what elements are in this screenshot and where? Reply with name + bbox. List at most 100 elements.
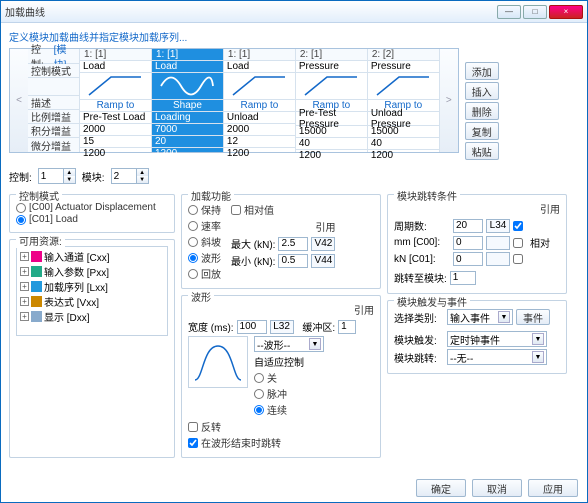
- max-input[interactable]: [278, 237, 308, 251]
- card-mode: Load: [152, 61, 223, 73]
- expand-icon[interactable]: +: [20, 312, 29, 321]
- control-spinner[interactable]: ▲▼: [38, 168, 76, 184]
- event-button[interactable]: 事件: [516, 309, 550, 325]
- card-v1: 15000: [368, 126, 439, 138]
- lbl-ref: 引用: [188, 302, 374, 317]
- expand-icon[interactable]: +: [20, 252, 29, 261]
- trigger-select[interactable]: 定时钟事件▼: [447, 331, 547, 347]
- radio-wave[interactable]: 波形: [188, 250, 221, 265]
- type-select[interactable]: 输入事件▼: [447, 309, 513, 325]
- tree-node[interactable]: +显示 [Dxx]: [19, 309, 165, 324]
- radio-pulse[interactable]: 脉冲: [254, 386, 324, 401]
- card-desc: Loading: [152, 112, 223, 124]
- chk-relative[interactable]: 相对值: [231, 202, 335, 217]
- node-icon: [31, 281, 42, 292]
- node-icon: [31, 311, 42, 322]
- tree-node[interactable]: +表达式 [Vxx]: [19, 294, 165, 309]
- module-card[interactable]: 2: [2] Pressure Ramp to Unload Pressure …: [368, 49, 440, 152]
- radio-c00[interactable]: [C00] Actuator Displacement: [16, 202, 168, 213]
- card-curve: [224, 73, 295, 100]
- buf-input[interactable]: [338, 320, 356, 334]
- radio-rate[interactable]: 速率: [188, 218, 221, 233]
- lbl-desc: 描述: [28, 96, 80, 110]
- group-title: 加载功能: [188, 188, 234, 203]
- card-v3: 1200: [224, 148, 295, 159]
- period-ref[interactable]: L34: [486, 219, 510, 233]
- card-v2: 15: [80, 136, 151, 148]
- module-value[interactable]: [111, 168, 137, 184]
- cancel-button[interactable]: 取消: [472, 479, 522, 497]
- tree-node[interactable]: +输入通道 [Cxx]: [19, 249, 165, 264]
- card-desc: Unload: [224, 112, 295, 124]
- card-desc: Pre-Test Pressure: [296, 112, 367, 126]
- wave-preview: [188, 336, 248, 388]
- expand-icon[interactable]: +: [20, 267, 29, 276]
- chk-jump-end[interactable]: 在波形结束时跳转: [188, 435, 374, 450]
- add-button[interactable]: 添加: [465, 62, 499, 80]
- tree-node[interactable]: +加载序列 [Lxx]: [19, 279, 165, 294]
- lbl-rel: 相对: [530, 235, 550, 250]
- radio-play[interactable]: 回放: [188, 266, 221, 281]
- chk-reverse[interactable]: 反转: [188, 419, 374, 434]
- lbl-auto: 自适应控制: [254, 354, 324, 369]
- chk-mm[interactable]: [513, 238, 523, 248]
- maximize-button[interactable]: □: [523, 5, 547, 19]
- group-load-func: 加载功能 保持 速率 斜坡 波形 回放 相对值 引用 最大 (kN):V42 最…: [181, 194, 381, 289]
- group-jump-cond: 模块跳转条件 引用 周期数:L34 mm [C00]:相对 kN [C01]: …: [387, 194, 567, 294]
- ok-button[interactable]: 确定: [416, 479, 466, 497]
- period-input[interactable]: [453, 219, 483, 233]
- module-card[interactable]: 1: [1] Load Ramp to Pre-Test Load 2000 1…: [80, 49, 152, 152]
- min-ref[interactable]: V44: [311, 254, 335, 268]
- resource-tree[interactable]: +输入通道 [Cxx]+输入参数 [Pxx]+加载序列 [Lxx]+表达式 [V…: [16, 246, 168, 336]
- module-card[interactable]: 2: [1] Pressure Ramp to Pre-Test Pressur…: [296, 49, 368, 152]
- close-button[interactable]: ×: [549, 5, 583, 19]
- group-control-mode: 控制模式 [C00] Actuator Displacement [C01] L…: [9, 194, 175, 233]
- scroll-left-button[interactable]: <: [10, 49, 28, 152]
- module-card[interactable]: 1: [1] Load Ramp to Unload 2000 12 1200: [224, 49, 296, 152]
- module-card[interactable]: 1: [1] Load Shape Loading 7000 20 1200: [152, 49, 224, 152]
- control-value[interactable]: [38, 168, 64, 184]
- jmpto-input[interactable]: [450, 271, 476, 285]
- card-v1: 7000: [152, 124, 223, 136]
- expand-icon[interactable]: +: [20, 297, 29, 306]
- mm-ref[interactable]: [486, 236, 510, 250]
- expand-icon[interactable]: +: [20, 282, 29, 291]
- card-name: Ramp to: [80, 100, 151, 112]
- radio-c01[interactable]: [C01] Load: [16, 214, 168, 225]
- insert-button[interactable]: 插入: [465, 82, 499, 100]
- radio-cont[interactable]: 连续: [254, 402, 324, 417]
- wave-select[interactable]: --波形--▼: [254, 336, 324, 352]
- kn-ref[interactable]: [486, 252, 510, 266]
- scroll-right-button[interactable]: >: [440, 49, 458, 152]
- card-mode: Load: [224, 61, 295, 73]
- card-v3: 1200: [152, 148, 223, 159]
- radio-off[interactable]: 关: [254, 370, 324, 385]
- group-waveform: 波形 引用 宽度 (ms):L32 缓冲区: --波形--▼ 自适应控制 关 脉…: [181, 295, 381, 458]
- copy-button[interactable]: 复制: [465, 122, 499, 140]
- paste-button[interactable]: 粘贴: [465, 142, 499, 160]
- card-v2: 40: [296, 138, 367, 150]
- tree-node[interactable]: +输入参数 [Pxx]: [19, 264, 165, 279]
- apply-button[interactable]: 应用: [528, 479, 578, 497]
- chk-kn[interactable]: [513, 254, 523, 264]
- min-input[interactable]: [278, 254, 308, 268]
- lbl-k1: 比例增益: [28, 110, 80, 124]
- jump-select[interactable]: --无--▼: [447, 349, 547, 365]
- mm-input[interactable]: [453, 236, 483, 250]
- width-ref[interactable]: L32: [270, 320, 294, 334]
- radio-ramp[interactable]: 斜坡: [188, 234, 221, 249]
- max-ref[interactable]: V42: [311, 237, 335, 251]
- module-spinner[interactable]: ▲▼: [111, 168, 149, 184]
- node-icon: [31, 266, 42, 277]
- group-trigger: 模块触发与事件 选择类别:输入事件▼事件 模块触发:定时钟事件▼ 模块跳转:--…: [387, 300, 567, 374]
- kn-input[interactable]: [453, 252, 483, 266]
- radio-hold[interactable]: 保持: [188, 202, 221, 217]
- lbl-seltype: 选择类别:: [394, 310, 444, 325]
- chk-period[interactable]: [513, 221, 523, 231]
- node-icon: [31, 251, 42, 262]
- minimize-button[interactable]: —: [497, 5, 521, 19]
- card-mode: Pressure: [368, 61, 439, 73]
- lbl-jmp: 模块跳转:: [394, 350, 444, 365]
- width-input[interactable]: [237, 320, 267, 334]
- delete-button[interactable]: 删除: [465, 102, 499, 120]
